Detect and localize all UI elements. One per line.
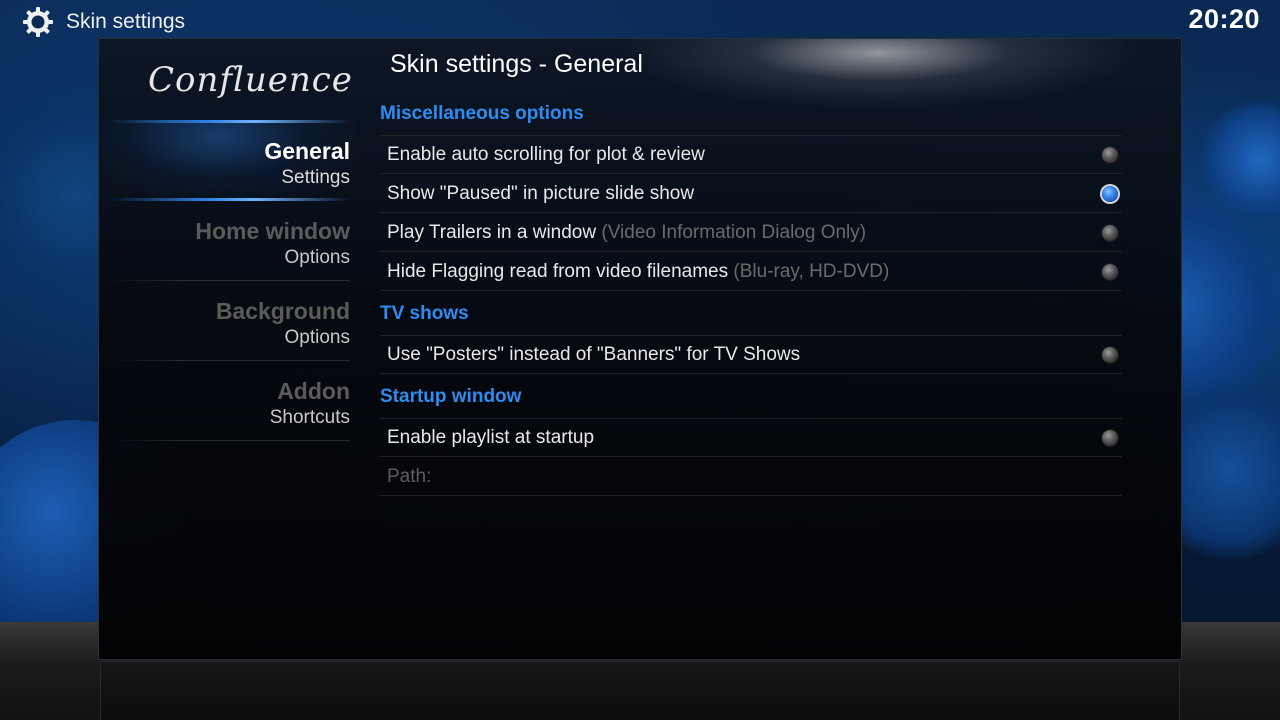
menu-item-title: Addon — [277, 378, 350, 404]
setting-show-paused[interactable]: Show "Paused" in picture slide show — [380, 175, 1122, 213]
setting-label: Use "Posters" instead of "Banners" for T… — [387, 344, 801, 365]
setting-label: Show "Paused" in picture slide show — [387, 183, 695, 204]
window-header: Skin settings — [22, 6, 185, 38]
setting-posters-instead-banners[interactable]: Use "Posters" instead of "Banners" for T… — [380, 336, 1122, 374]
setting-play-trailers-window[interactable]: Play Trailers in a window (Video Informa… — [380, 214, 1122, 252]
gear-icon — [23, 7, 53, 37]
confluence-logo: Confluence — [148, 60, 353, 100]
menu-item-general[interactable]: General Settings — [110, 138, 350, 190]
menu-item-home-window[interactable]: Home window Options — [110, 218, 350, 270]
menu-item-subtitle: Settings — [281, 167, 350, 188]
setting-label: Path: — [387, 466, 432, 487]
setting-path: Path: — [380, 458, 1122, 496]
menu-divider — [110, 440, 350, 441]
section-header-tv-shows: TV shows — [380, 303, 469, 324]
radio-button-off[interactable] — [1102, 430, 1118, 446]
radio-button-on[interactable] — [1102, 186, 1118, 202]
clock: 20:20 — [1188, 4, 1260, 34]
radio-button-off[interactable] — [1102, 225, 1118, 241]
menu-divider — [110, 120, 350, 123]
section-header-miscellaneous: Miscellaneous options — [380, 103, 584, 124]
radio-button-off[interactable] — [1102, 147, 1118, 163]
menu-item-background[interactable]: Background Options — [110, 298, 350, 350]
setting-label: Enable auto scrolling for plot & review — [387, 144, 705, 165]
menu-item-addon[interactable]: Addon Shortcuts — [110, 378, 350, 430]
setting-playlist-startup[interactable]: Enable playlist at startup — [380, 419, 1122, 457]
panel-glow — [619, 39, 1139, 109]
page-title: Skin settings - General — [390, 50, 643, 78]
setting-hide-flagging[interactable]: Hide Flagging read from video filenames … — [380, 253, 1122, 291]
menu-item-subtitle: Options — [284, 247, 350, 268]
menu-divider — [110, 198, 350, 201]
setting-hint: (Blu-ray, HD-DVD) — [733, 261, 890, 282]
menu-divider — [110, 360, 350, 361]
setting-auto-scrolling[interactable]: Enable auto scrolling for plot & review — [380, 136, 1122, 174]
section-header-startup-window: Startup window — [380, 386, 522, 407]
menu-item-title: General — [264, 138, 350, 164]
radio-button-off[interactable] — [1102, 347, 1118, 363]
footer-panel — [100, 661, 1180, 720]
window-title: Skin settings — [66, 10, 186, 33]
menu-divider — [110, 280, 350, 281]
menu-item-subtitle: Shortcuts — [269, 407, 350, 428]
setting-label: Enable playlist at startup — [387, 427, 595, 448]
setting-label: Play Trailers in a window (Video Informa… — [387, 222, 867, 243]
menu-item-title: Home window — [195, 218, 350, 244]
menu-item-title: Background — [215, 298, 350, 324]
radio-button-off[interactable] — [1102, 264, 1118, 280]
menu-item-subtitle: Options — [284, 327, 350, 348]
setting-label: Hide Flagging read from video filenames … — [387, 261, 890, 282]
setting-hint: (Video Information Dialog Only) — [601, 222, 867, 243]
